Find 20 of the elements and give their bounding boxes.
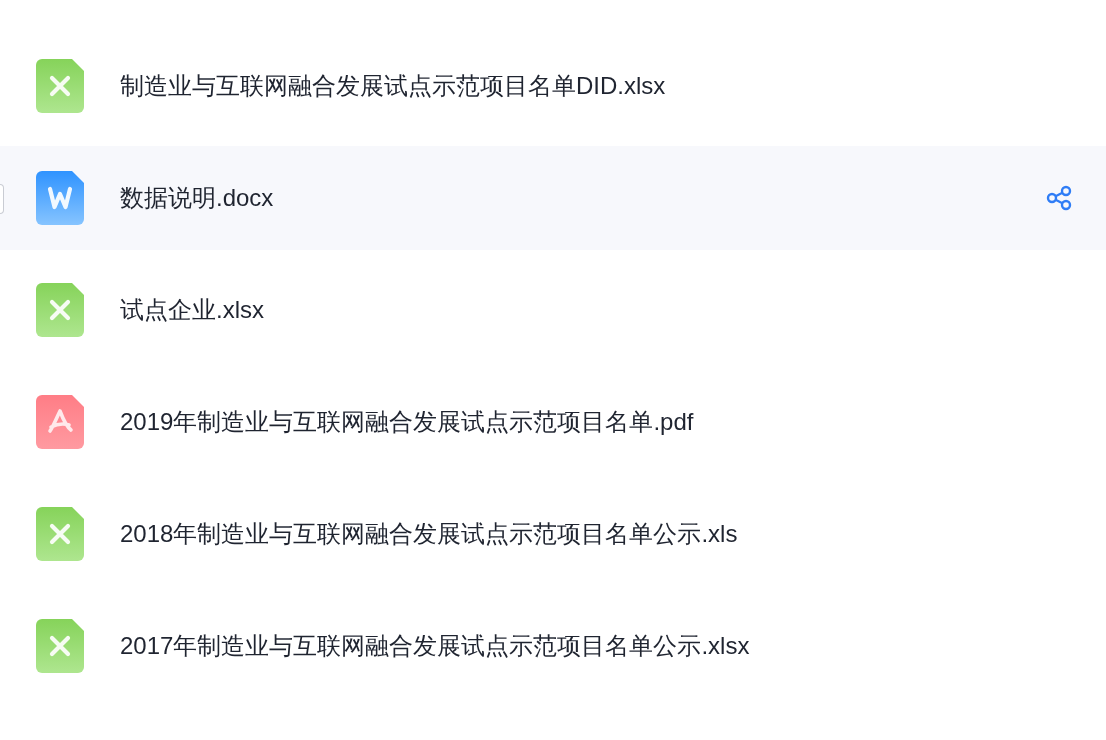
file-row[interactable]: 2018年制造业与互联网融合发展试点示范项目名单公示.xls [0,482,1106,586]
file-x-icon [36,507,84,561]
file-name[interactable]: 数据说明.docx [120,182,274,214]
share-icon[interactable] [1046,185,1072,211]
file-row[interactable]: 2017年制造业与互联网融合发展试点示范项目名单公示.xlsx [0,594,1106,698]
file-name[interactable]: 试点企业.xlsx [120,294,264,326]
file-name[interactable]: 2019年制造业与互联网融合发展试点示范项目名单.pdf [120,406,694,438]
checkbox[interactable] [0,184,4,214]
file-row[interactable]: 2019年制造业与互联网融合发展试点示范项目名单.pdf [0,370,1106,474]
file-row[interactable]: 制造业与互联网融合发展试点示范项目名单DID.xlsx [0,34,1106,138]
file-row[interactable]: 数据说明.docx [0,146,1106,250]
file-x-icon [36,619,84,673]
file-x-icon [36,283,84,337]
file-name[interactable]: 制造业与互联网融合发展试点示范项目名单DID.xlsx [120,70,666,102]
file-name[interactable]: 2017年制造业与互联网融合发展试点示范项目名单公示.xlsx [120,630,750,662]
file-name[interactable]: 2018年制造业与互联网融合发展试点示范项目名单公示.xls [120,518,738,550]
file-pdf-icon [36,395,84,449]
file-row[interactable]: 试点企业.xlsx [0,258,1106,362]
file-x-icon [36,59,84,113]
file-w-icon [36,171,84,225]
